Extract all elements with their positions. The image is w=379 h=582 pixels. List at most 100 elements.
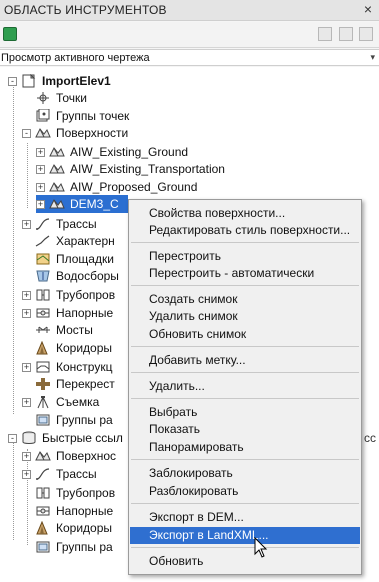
- context-menu-item[interactable]: Перестроить - автоматически: [130, 265, 360, 282]
- context-menu-item[interactable]: Перестроить: [130, 248, 360, 265]
- point-group-icon: [35, 108, 51, 123]
- catchment-icon: [35, 269, 51, 283]
- tree-item[interactable]: + AIW_Existing_Ground: [36, 143, 188, 161]
- expand-icon[interactable]: +: [22, 469, 31, 479]
- corridor-icon: [35, 520, 51, 535]
- tree-item[interactable]: Коридоры: [22, 339, 112, 357]
- menu-separator: [131, 285, 359, 286]
- properties-icon[interactable]: [318, 27, 332, 41]
- tree-item[interactable]: - Быстрые ссыл: [8, 429, 123, 447]
- tree-item-label: Трубопров: [56, 288, 116, 302]
- view-selector[interactable]: Просмотр активного чертежа ▾: [0, 49, 379, 66]
- tree-item[interactable]: Группы ра: [22, 538, 113, 556]
- context-menu-item[interactable]: Экспорт в LandXML...: [130, 527, 360, 544]
- expand-icon[interactable]: +: [22, 219, 31, 229]
- tree-item[interactable]: Группы точек: [22, 107, 129, 125]
- tree-item[interactable]: + Трубопров: [22, 286, 115, 304]
- pipe-network-icon: [35, 288, 51, 302]
- context-menu-item[interactable]: Создать снимок: [130, 291, 360, 308]
- tree-item-label: Водосборы: [56, 269, 119, 283]
- tree-item-label: Мосты: [56, 323, 93, 337]
- expand-icon[interactable]: +: [22, 451, 31, 461]
- context-menu-item[interactable]: Добавить метку...: [130, 352, 360, 369]
- tree-item-label: Площадки: [56, 252, 114, 266]
- expand-icon[interactable]: +: [22, 308, 31, 318]
- context-menu-item[interactable]: Выбрать: [130, 404, 360, 421]
- close-icon[interactable]: ×: [360, 1, 376, 19]
- menu-separator: [131, 503, 359, 504]
- survey-icon: [35, 395, 51, 409]
- chevron-down-icon[interactable]: ▾: [370, 52, 375, 63]
- tree-item-label: Коридоры: [56, 521, 113, 535]
- expand-icon[interactable]: +: [36, 147, 45, 157]
- expand-icon[interactable]: +: [36, 199, 45, 209]
- tree-item[interactable]: + AIW_Existing_Transportation: [36, 160, 225, 178]
- tree-item[interactable]: Перекрест: [22, 375, 115, 393]
- expand-icon[interactable]: +: [36, 182, 45, 192]
- tree-item[interactable]: Водосборы: [22, 267, 119, 285]
- surface-item-icon: [49, 197, 65, 211]
- tree-item[interactable]: Мосты: [22, 321, 93, 339]
- corridor-icon: [35, 340, 51, 355]
- context-menu: Свойства поверхности... Редактировать сти…: [128, 199, 362, 575]
- context-menu-item[interactable]: Обновить: [130, 553, 360, 570]
- tree-item[interactable]: + DEM3_C: [36, 195, 128, 213]
- surface-item-icon: [49, 145, 65, 159]
- tree-item[interactable]: Группы ра: [22, 411, 113, 429]
- tree-item-label: Напорные: [56, 306, 114, 320]
- context-menu-item[interactable]: Показать: [130, 421, 360, 438]
- collapse-icon[interactable]: -: [8, 433, 17, 443]
- tree-item[interactable]: Характерн: [22, 232, 115, 250]
- pressure-network-icon: [35, 504, 51, 518]
- tree-item[interactable]: + AIW_Proposed_Ground: [36, 178, 197, 196]
- tree-item[interactable]: + Трассы: [22, 465, 97, 483]
- tree-item[interactable]: Трубопров: [22, 484, 115, 502]
- toolspace-icon[interactable]: [3, 27, 17, 41]
- tree-item[interactable]: Площадки: [22, 250, 114, 268]
- tree-item[interactable]: Коридоры: [22, 519, 112, 537]
- tree-connector: [13, 80, 14, 414]
- mouse-cursor-icon: [254, 537, 268, 558]
- context-menu-item[interactable]: Удалить...: [130, 378, 360, 395]
- context-menu-item[interactable]: Обновить снимок: [130, 326, 360, 343]
- tree-item-label: Поверхности: [56, 126, 129, 140]
- context-menu-item[interactable]: Панорамировать: [130, 439, 360, 456]
- tree-item[interactable]: + Напорные: [22, 304, 113, 322]
- tree-item-label: DEM3_C: [70, 197, 119, 211]
- clipped-text: сс: [364, 431, 376, 445]
- context-menu-item[interactable]: Свойства поверхности...: [130, 205, 360, 222]
- tree-item-label: AIW_Existing_Transportation: [70, 162, 225, 176]
- tree-item-label: Трассы: [56, 467, 97, 481]
- menu-separator: [131, 372, 359, 373]
- tree-item[interactable]: + Поверхнос: [22, 447, 116, 465]
- context-menu-item[interactable]: Разблокировать: [130, 483, 360, 500]
- pressure-network-icon: [35, 306, 51, 320]
- alignment-icon: [35, 467, 51, 481]
- tree-item[interactable]: Точки: [22, 89, 87, 107]
- tree-item-label: Конструкц: [56, 360, 113, 374]
- tree-item-label: Коридоры: [56, 341, 113, 355]
- menu-separator: [131, 242, 359, 243]
- expand-icon[interactable]: +: [22, 397, 31, 407]
- context-menu-item[interactable]: Заблокировать: [130, 465, 360, 482]
- tree-item[interactable]: Напорные: [22, 502, 113, 520]
- collapse-icon[interactable]: -: [8, 76, 17, 86]
- view-frame-icon: [35, 413, 51, 427]
- expand-icon[interactable]: +: [36, 164, 45, 174]
- tree-item[interactable]: + Конструкц: [22, 358, 112, 376]
- expand-icon[interactable]: +: [22, 362, 31, 372]
- tree-item-label: Точки: [56, 91, 88, 105]
- context-menu-item[interactable]: Удалить снимок: [130, 308, 360, 325]
- context-menu-item[interactable]: Редактировать стиль поверхности...: [130, 222, 360, 239]
- tree-item[interactable]: + Трассы: [22, 215, 97, 233]
- context-menu-item[interactable]: Экспорт в DEM...: [130, 509, 360, 526]
- expand-icon[interactable]: +: [22, 290, 31, 300]
- help-icon[interactable]: [359, 27, 373, 41]
- tree-item-label: Трассы: [56, 217, 97, 231]
- collapse-icon[interactable]: -: [22, 128, 31, 138]
- toolbar: [0, 22, 379, 48]
- options-icon[interactable]: [339, 27, 353, 41]
- tree-item[interactable]: - ImportElev1: [8, 72, 111, 90]
- tree-item[interactable]: - Поверхности: [22, 124, 128, 142]
- tree-item[interactable]: + Съемка: [22, 393, 99, 411]
